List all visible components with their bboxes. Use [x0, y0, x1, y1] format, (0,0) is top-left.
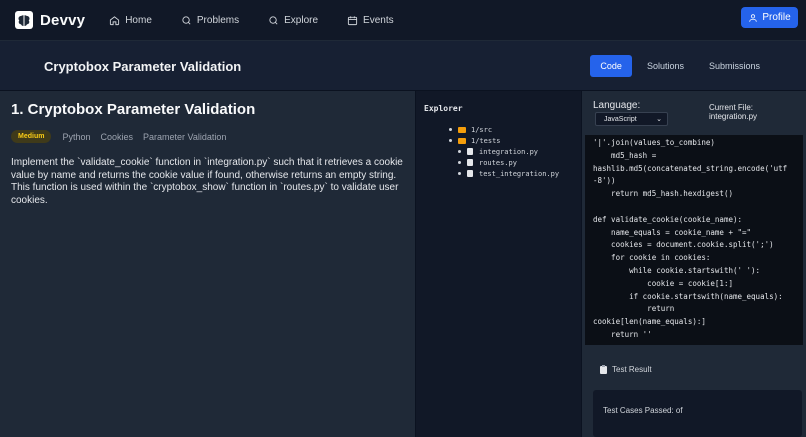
nav-explore-label: Explore	[284, 14, 319, 26]
language-value: JavaScript	[604, 115, 637, 123]
current-file-info: Current File: integration.py	[709, 103, 757, 121]
current-file-name: integration.py	[709, 112, 758, 122]
file-tree: 1/src 1/tests integration.py routes.py t…	[424, 124, 573, 179]
file-icon	[467, 148, 473, 155]
editor-header: Language: JavaScript ⌄ Current File: int…	[582, 91, 806, 131]
file-test-integration[interactable]: test_integration.py	[424, 168, 573, 179]
tag-cookies[interactable]: Cookies	[100, 132, 133, 142]
code-textarea[interactable]: '|'.join(values_to_combine) md5_hash = h…	[585, 135, 803, 345]
brain-logo-icon	[15, 11, 33, 29]
folder-icon	[458, 137, 466, 144]
problem-header: Cryptobox Parameter Validation Code Solu…	[0, 41, 806, 91]
difficulty-badge: Medium	[11, 130, 52, 143]
file-integration[interactable]: integration.py	[424, 146, 573, 157]
folder-tests[interactable]: 1/tests	[424, 135, 573, 146]
folder-label: 1/src	[471, 125, 493, 134]
top-navbar: Devvy Home Problems Explore Events Profi…	[0, 0, 806, 41]
folder-label: 1/tests	[471, 136, 501, 145]
bullet-icon	[458, 161, 461, 164]
brand-logo[interactable]: Devvy	[15, 11, 85, 29]
file-label: test_integration.py	[479, 169, 560, 178]
tag-parameter-validation[interactable]: Parameter Validation	[143, 132, 226, 142]
tab-submissions[interactable]: Submissions	[699, 55, 770, 77]
file-explorer: Explorer 1/src 1/tests integration.py ro…	[416, 91, 582, 437]
nav-problems-label: Problems	[196, 14, 240, 26]
nav-problems[interactable]: Problems	[181, 15, 239, 26]
test-result-box: Test Cases Passed: of	[593, 390, 802, 437]
brand-name: Devvy	[40, 11, 86, 29]
file-icon	[467, 159, 473, 166]
problem-panel: 1. Cryptobox Parameter Validation Medium…	[0, 91, 416, 437]
page-title: Cryptobox Parameter Validation	[44, 59, 242, 74]
problem-title: 1. Cryptobox Parameter Validation	[11, 101, 256, 118]
search-icon	[182, 15, 191, 24]
home-icon	[110, 15, 120, 25]
calendar-icon	[347, 15, 358, 25]
nav-events-label: Events	[363, 14, 394, 26]
language-label: Language:	[593, 100, 641, 111]
bullet-icon	[458, 150, 461, 153]
file-icon	[467, 170, 473, 177]
bullet-icon	[449, 139, 452, 142]
profile-button[interactable]: Profile	[741, 7, 798, 28]
search-icon	[269, 15, 278, 24]
bullet-icon	[449, 128, 452, 131]
chevron-down-icon: ⌄	[656, 116, 662, 123]
problem-description: Implement the `validate_cookie` function…	[11, 157, 403, 206]
test-cases-summary: Test Cases Passed: of	[603, 406, 683, 415]
test-result-label: Test Result	[612, 365, 652, 374]
nav-explore[interactable]: Explore	[268, 15, 318, 26]
code-editor-panel: Language: JavaScript ⌄ Current File: int…	[582, 91, 806, 437]
nav-home[interactable]: Home	[109, 15, 152, 26]
folder-src[interactable]: 1/src	[424, 124, 573, 135]
tab-solutions[interactable]: Solutions	[637, 55, 694, 77]
current-file-label: Current File:	[709, 103, 754, 112]
language-select[interactable]: JavaScript ⌄	[595, 112, 668, 126]
nav-home-label: Home	[125, 14, 152, 26]
view-tabs: Code Solutions Submissions	[585, 55, 770, 77]
folder-icon	[458, 126, 466, 133]
user-icon	[749, 13, 758, 22]
nav-events[interactable]: Events	[347, 15, 394, 26]
clipboard-icon	[600, 364, 607, 374]
bullet-icon	[458, 172, 461, 175]
file-routes[interactable]: routes.py	[424, 157, 573, 168]
problem-tags: Medium Python Cookies Parameter Validati…	[11, 130, 404, 143]
file-label: integration.py	[479, 147, 539, 156]
test-result-heading: Test Result	[600, 364, 652, 374]
tab-code[interactable]: Code	[590, 55, 632, 77]
explorer-title: Explorer	[424, 104, 463, 113]
profile-label: Profile	[762, 12, 791, 23]
tag-python[interactable]: Python	[62, 132, 90, 142]
file-label: routes.py	[479, 158, 517, 167]
